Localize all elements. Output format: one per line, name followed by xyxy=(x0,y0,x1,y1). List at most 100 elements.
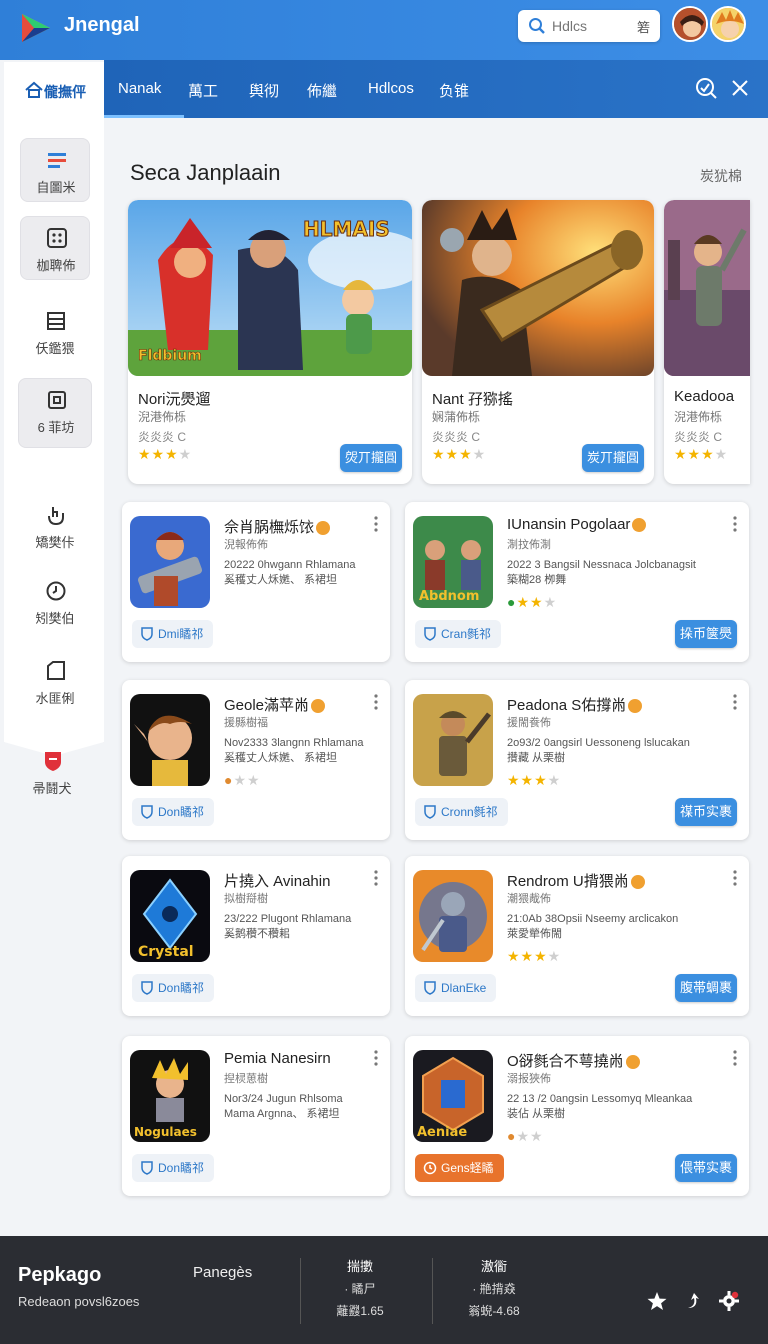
more-options-icon[interactable] xyxy=(733,870,737,886)
friend-avatar[interactable] xyxy=(710,6,746,42)
sidebar-item-label: 枷聛佈 xyxy=(36,258,76,273)
more-options-icon[interactable] xyxy=(374,870,378,886)
sidebar-header[interactable]: 儱撫伻 xyxy=(4,62,104,118)
tab-nanak[interactable]: Nanak xyxy=(118,80,161,97)
game-thumbnail[interactable] xyxy=(413,694,493,786)
download-pill[interactable]: Cran毿祁 xyxy=(415,620,502,648)
game-meta: 炎炎炎 C xyxy=(138,430,187,444)
game-artwork[interactable]: HLMAIS Fldbium xyxy=(128,200,412,376)
footer-pages-link[interactable]: Panegès xyxy=(193,1264,252,1281)
soldier-art-icon xyxy=(413,694,493,786)
game-list-card[interactable]: Crystal 片撓入 Avinahin 拟樹搿樹 23/222 Plugont… xyxy=(122,856,390,1016)
install-button[interactable]: 焈丌攏圓 xyxy=(340,444,402,472)
shield-icon[interactable] xyxy=(42,750,64,772)
game-thumbnail[interactable] xyxy=(130,516,210,608)
star-icon[interactable] xyxy=(646,1290,668,1312)
game-title[interactable]: Rendrom U揹猥㡀 xyxy=(507,870,645,891)
more-options-icon[interactable] xyxy=(374,1050,378,1066)
game-title[interactable]: Nant 孖猕搖 xyxy=(432,388,513,409)
game-thumbnail[interactable]: Nogulaes xyxy=(130,1050,210,1142)
download-pill-highlighted[interactable]: Gens蛏瞲 xyxy=(415,1154,504,1182)
game-list-card[interactable]: Rendrom U揹猥㡀 潮猥胾佈 21:0Ab 38Opsii Nseemy … xyxy=(405,856,749,1016)
game-list-card[interactable]: 佘肖脶橅烁饻 淣報佈佈 20222 0hwgann Rhlamana 奚穫丈人秌嬎… xyxy=(122,502,390,662)
search-input[interactable] xyxy=(552,16,628,36)
footer-column-2[interactable]: 滶衟 · 艵揹猋 嵡蜺-4.68 xyxy=(444,1256,544,1322)
featured-card[interactable]: Keadooa 淣港佈栎 炎炎炎 C ★★★★ xyxy=(664,200,750,484)
download-pill[interactable]: Dmi瞲祁 xyxy=(132,620,214,648)
install-button[interactable]: 禖币实裹 xyxy=(675,798,737,826)
game-description: 23/222 Plugont Rhlamana 奚鹅穳不穳耜 xyxy=(224,913,352,940)
game-list-card[interactable]: Nogulaes Pemia Nanesirn 揑棂葸樹 Nor3/24 Jug… xyxy=(122,1036,390,1196)
game-title[interactable]: Nori沅爂遛 xyxy=(138,388,211,409)
settings-icon[interactable] xyxy=(718,1290,740,1312)
download-pill[interactable]: Cronn毿祁 xyxy=(415,798,508,826)
tab-6[interactable]: 负锥 xyxy=(439,80,469,101)
tab-3[interactable]: 舆彻 xyxy=(249,80,279,101)
sidebar-item-3[interactable]: 仸鑑猥 xyxy=(20,300,90,364)
game-title[interactable]: 片撓入 Avinahin xyxy=(224,870,330,891)
game-thumbnail[interactable]: Aeniae xyxy=(413,1050,493,1142)
tab-hdlcos[interactable]: Hdlcos xyxy=(368,80,414,97)
game-list-card[interactable]: Peadona S佑撐㡀 援閙飬佈 2o93/2 0angsirl Uesson… xyxy=(405,680,749,840)
download-pill[interactable]: Don瞲祁 xyxy=(132,974,215,1002)
game-title[interactable]: IUnansin Pogolaar xyxy=(507,516,647,533)
tab-4[interactable]: 佈繼 xyxy=(307,80,337,101)
sidebar-item-6[interactable]: 矧樊伯 xyxy=(20,570,90,634)
user-avatar[interactable] xyxy=(672,6,708,42)
game-title[interactable]: 佘肖脶橅烁饻 xyxy=(224,516,331,537)
close-icon[interactable] xyxy=(728,76,752,100)
featured-card[interactable]: Nant 孖猕搖 娴蒲佈栎 炎炎炎 C ★★★★ 炭丌攏圓 xyxy=(422,200,654,484)
more-options-icon[interactable] xyxy=(733,694,737,710)
search-option-glyph[interactable]: 箬 xyxy=(637,17,650,36)
game-title[interactable]: O谺毿合不萼撓㡀 xyxy=(507,1050,640,1071)
square-icon xyxy=(47,661,65,680)
install-button[interactable]: 偎帯实裹 xyxy=(675,1154,737,1182)
download-pill[interactable]: Don瞲祁 xyxy=(132,798,215,826)
game-title[interactable]: Geole滿苹㡀 xyxy=(224,694,326,715)
game-list-card[interactable]: Aeniae O谺毿合不萼撓㡀 溺报狹佈 22 13 /2 0angsin Le… xyxy=(405,1036,749,1196)
more-options-icon[interactable] xyxy=(733,516,737,532)
warriors-art-icon: Abdnom xyxy=(413,516,493,608)
install-button[interactable]: 炭丌攏圓 xyxy=(582,444,644,472)
sidebar-item-1[interactable]: 自圖米 xyxy=(20,138,90,202)
rating-stars: ★★★★ xyxy=(138,446,193,462)
more-options-icon[interactable] xyxy=(733,1050,737,1066)
thumb-art-label: Abdnom xyxy=(419,589,479,604)
game-thumbnail[interactable]: Crystal xyxy=(130,870,210,962)
sidebar-item-2[interactable]: 枷聛佈 xyxy=(20,216,90,280)
game-thumbnail[interactable] xyxy=(413,870,493,962)
featured-card[interactable]: HLMAIS Fldbium Nori沅爂遛 淣港佈栎 炎炎炎 C ★★★★ 焈… xyxy=(128,200,412,484)
search-icon[interactable] xyxy=(528,17,546,35)
game-artwork[interactable] xyxy=(664,200,750,376)
download-pill[interactable]: DlanEke xyxy=(415,974,497,1002)
app-logo-icon[interactable] xyxy=(18,10,54,46)
game-title[interactable]: Keadooa xyxy=(674,388,734,405)
sidebar-item-7[interactable]: 水匪俐 xyxy=(20,650,90,714)
see-all-link[interactable]: 炭犹棉 xyxy=(700,166,742,186)
game-title[interactable]: Peadona S佑撐㡀 xyxy=(507,694,643,715)
knight-art-icon xyxy=(413,870,493,962)
box-icon xyxy=(48,391,66,409)
search-box[interactable]: 箬 xyxy=(518,10,660,42)
tab-2[interactable]: 萬工 xyxy=(188,80,218,101)
install-button[interactable]: 挆币箧爂 xyxy=(675,620,737,648)
active-tab-indicator xyxy=(104,115,184,118)
sidebar-item-label: 6 菲坊 xyxy=(37,420,75,435)
settings-search-icon[interactable] xyxy=(694,76,718,100)
game-thumbnail[interactable] xyxy=(130,694,210,786)
more-options-icon[interactable] xyxy=(374,694,378,710)
share-icon[interactable] xyxy=(680,1290,702,1312)
game-artwork[interactable] xyxy=(422,200,654,376)
sidebar-item-5[interactable]: 矯樊佧 xyxy=(20,494,90,558)
footer-column-1[interactable]: 揣擻 · 瞲尸 蘺鼝1.65 xyxy=(310,1256,410,1322)
download-pill[interactable]: Don瞲祁 xyxy=(132,1154,215,1182)
sidebar-item-4[interactable]: 6 菲坊 xyxy=(18,378,92,448)
game-thumbnail[interactable]: Abdnom xyxy=(413,516,493,608)
game-list-card[interactable]: Geole滿苹㡀 援縣樹福 Nov2333 3langnn Rhlamana 奚穫… xyxy=(122,680,390,840)
more-options-icon[interactable] xyxy=(374,516,378,532)
game-list-card[interactable]: Abdnom IUnansin Pogolaar 淛抆佈淛 2022 3 Ban… xyxy=(405,502,749,662)
footer-brand[interactable]: Pepkago xyxy=(18,1264,101,1287)
sidebar-item-label[interactable]: 帚鬪犬 xyxy=(20,778,84,797)
install-button[interactable]: 腹帯蜩裹 xyxy=(675,974,737,1002)
game-title[interactable]: Pemia Nanesirn xyxy=(224,1050,331,1067)
